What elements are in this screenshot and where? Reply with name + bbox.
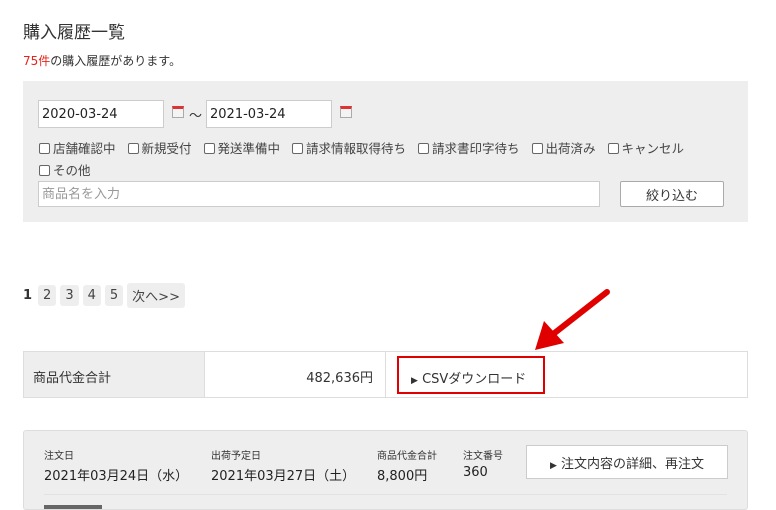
checkbox-icon[interactable] [203,143,215,154]
status-checkbox[interactable]: 新規受付 [127,141,192,156]
checkbox-icon[interactable] [292,143,303,154]
checkbox-icon[interactable] [127,143,139,154]
filter-panel: ～ 店舗確認中 新規受付 発送準備中 請求情報取得待ち 請求書印字待ち 出荷済み… [23,81,748,222]
date-from-input[interactable] [38,100,164,128]
pagination: 1 2 3 4 5 次へ>> [23,283,185,308]
filter-button[interactable]: 絞り込む [620,181,724,207]
order-count: 75件の購入履歴があります。 [23,54,182,68]
status-checkbox[interactable]: キャンセル [607,141,684,156]
order-date: 2021年03月24日（水） [44,469,189,484]
item-tab [44,505,102,509]
checkbox-icon[interactable] [607,143,619,154]
order-detail-button[interactable]: ▶ 注文内容の詳細、再注文 [526,445,728,479]
status-checkbox[interactable]: 請求書印字待ち [418,141,520,156]
next-page-link[interactable]: 次へ>> [127,283,185,308]
page-link[interactable]: 5 [104,285,124,306]
checkbox-icon[interactable] [39,165,50,176]
order-number: 360 [463,465,488,480]
checkbox-icon[interactable] [531,143,543,154]
order-card: 注文日 2021年03月24日（水） 出荷予定日 2021年03月27日（土） … [23,430,748,510]
checkbox-icon[interactable] [39,143,50,154]
status-checkbox[interactable]: 出荷済み [531,141,596,156]
date-to-input[interactable] [206,100,332,128]
product-search-input[interactable] [38,181,600,207]
order-total: 8,800円 [377,469,428,484]
status-checkboxes: 店舗確認中 新規受付 発送準備中 請求情報取得待ち 請求書印字待ち 出荷済み キ… [39,138,739,182]
ship-date: 2021年03月27日（土） [211,469,356,484]
page-current: 1 [23,288,33,303]
triangle-right-icon: ▶ [411,376,418,386]
summary-table: 商品代金合計 482,636円 [23,351,748,398]
calendar-icon[interactable] [340,106,352,118]
page-link[interactable]: 2 [38,285,57,306]
page-title: 購入履歴一覧 [23,23,125,43]
status-checkbox[interactable]: 請求情報取得待ち [292,141,406,156]
page-link[interactable]: 3 [60,285,79,306]
ship-date-label: 出荷予定日 [211,451,261,462]
status-checkbox[interactable]: 店舗確認中 [39,141,116,156]
summary-value: 482,636円 [205,352,386,397]
order-date-label: 注文日 [44,451,74,462]
csv-download-link[interactable]: ▶ CSVダウンロード [397,356,545,394]
status-checkbox[interactable]: 発送準備中 [203,141,280,156]
divider [44,494,727,495]
order-total-label: 商品代金合計 [377,451,437,462]
triangle-right-icon: ▶ [549,460,557,471]
order-number-label: 注文番号 [463,451,503,462]
summary-label: 商品代金合計 [24,352,205,397]
status-checkbox[interactable]: その他 [39,163,91,178]
range-separator: ～ [189,109,203,124]
page-link[interactable]: 4 [82,285,101,306]
annotation-arrow-icon [535,289,610,350]
checkbox-icon[interactable] [418,143,429,154]
calendar-icon[interactable] [172,106,184,118]
